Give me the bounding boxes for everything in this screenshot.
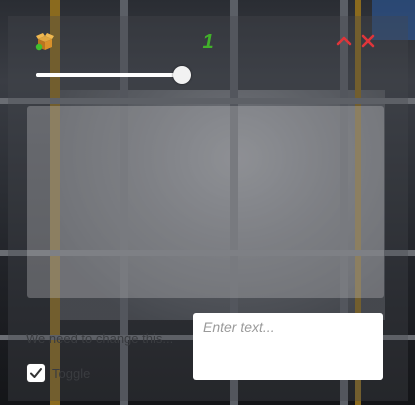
status-badge-icon (35, 43, 43, 51)
checkmark-icon (30, 368, 42, 378)
toggle-checkbox[interactable] (27, 364, 45, 382)
open-box-icon (35, 33, 54, 51)
close-x-icon (361, 34, 375, 48)
slider-thumb[interactable] (173, 66, 191, 84)
text-input[interactable] (193, 313, 383, 380)
item-count: 1 (202, 31, 214, 53)
checkbox-label: Toggle (52, 366, 91, 381)
close-button[interactable] (360, 33, 376, 49)
content-area (27, 106, 384, 298)
chevron-up-icon (336, 36, 352, 46)
collapse-button[interactable] (336, 33, 352, 49)
slider-fill (36, 73, 182, 77)
value-slider[interactable] (36, 66, 191, 84)
hint-label: We need to change this... (26, 331, 174, 346)
